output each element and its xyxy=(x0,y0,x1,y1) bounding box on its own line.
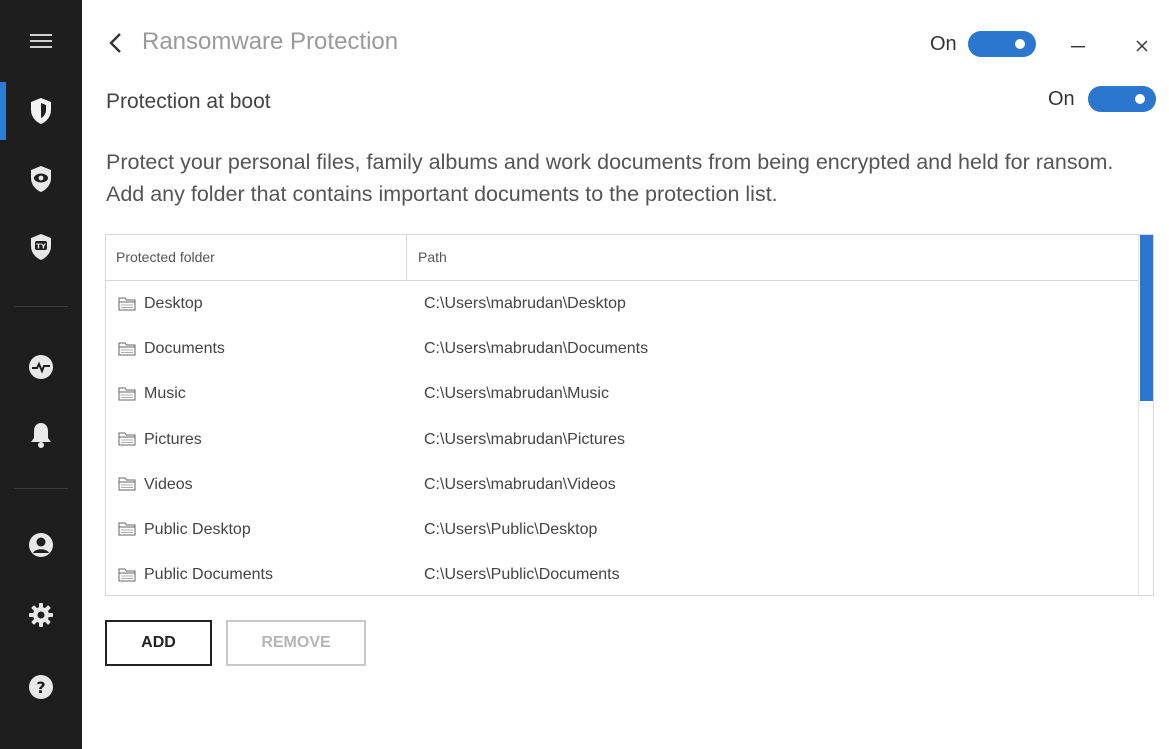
svg-text:?: ? xyxy=(36,678,45,697)
boot-toggle-label: On xyxy=(1048,88,1075,110)
column-divider[interactable] xyxy=(406,235,407,280)
folder-path: C:\Users\Public\Documents xyxy=(424,566,620,584)
folder-path: C:\Users\mabrudan\Videos xyxy=(424,475,616,493)
table-row[interactable]: Desktop C:\Users\mabrudan\Desktop xyxy=(106,281,1140,326)
folder-icon xyxy=(118,432,136,446)
folder-path: C:\Users\mabrudan\Desktop xyxy=(424,295,626,312)
protected-folders-table: Protected folder Path Desktop C:\Users\m… xyxy=(105,234,1154,596)
sidebar-item-protection[interactable] xyxy=(0,82,82,140)
remove-button[interactable]: REMOVE xyxy=(226,620,366,666)
folder-cell: Music xyxy=(118,371,186,416)
folder-name: Documents xyxy=(144,340,225,358)
table-body: Desktop C:\Users\mabrudan\Desktop Docume… xyxy=(106,281,1140,595)
help-icon: ? xyxy=(29,675,53,699)
table-header: Protected folder Path xyxy=(106,235,1140,281)
menu-button[interactable] xyxy=(0,12,82,70)
folder-cell: Public Documents xyxy=(118,552,273,595)
gear-icon xyxy=(29,603,53,627)
sidebar-divider xyxy=(14,488,68,489)
chevron-left-icon xyxy=(109,33,121,53)
add-button[interactable]: ADD xyxy=(105,620,212,666)
folder-cell: Public Desktop xyxy=(118,507,251,552)
table-row[interactable]: Music C:\Users\mabrudan\Music xyxy=(106,371,1140,416)
table-row[interactable]: Videos C:\Users\mabrudan\Videos xyxy=(106,462,1140,507)
scrollbar-thumb[interactable] xyxy=(1140,235,1153,401)
sidebar-item-utilities[interactable]: TY xyxy=(0,218,82,276)
bell-icon xyxy=(31,423,51,448)
activity-icon xyxy=(29,355,53,379)
folder-name: Pictures xyxy=(144,430,202,448)
sidebar-item-help[interactable]: ? xyxy=(0,658,82,716)
column-header-folder[interactable]: Protected folder xyxy=(116,235,215,280)
sidebar-item-privacy[interactable] xyxy=(0,150,82,208)
folder-icon xyxy=(118,477,136,491)
folder-cell: Videos xyxy=(118,462,193,507)
table-scrollbar[interactable] xyxy=(1138,235,1153,595)
close-button[interactable] xyxy=(1127,31,1157,61)
close-icon xyxy=(1136,40,1148,52)
folder-path: C:\Users\mabrudan\Music xyxy=(424,385,609,403)
table-row[interactable]: Documents C:\Users\mabrudan\Documents xyxy=(106,326,1140,371)
back-button[interactable] xyxy=(104,28,128,58)
folder-path: C:\Users\mabrudan\Pictures xyxy=(424,430,625,448)
sidebar-item-settings[interactable] xyxy=(0,586,82,644)
folder-name: Videos xyxy=(144,475,193,493)
description-text: Protect your personal files, family albu… xyxy=(106,150,1114,206)
page-title: Ransomware Protection xyxy=(142,28,399,55)
folder-cell: Pictures xyxy=(118,417,202,462)
sidebar: TY ? xyxy=(0,0,82,749)
folder-path: C:\Users\Public\Desktop xyxy=(424,520,598,538)
sidebar-divider xyxy=(14,306,68,307)
main-protection-toggle[interactable] xyxy=(968,31,1036,57)
folder-name: Public Desktop xyxy=(144,520,251,538)
sidebar-item-activity[interactable] xyxy=(0,338,82,396)
folder-icon xyxy=(118,297,136,310)
table-row[interactable]: Pictures C:\Users\mabrudan\Pictures xyxy=(106,417,1140,462)
column-header-path[interactable]: Path xyxy=(418,235,447,280)
folder-icon xyxy=(118,568,136,582)
main-toggle-label: On xyxy=(930,33,957,55)
table-row[interactable]: Public Documents C:\Users\Public\Documen… xyxy=(106,552,1140,595)
boot-protection-toggle[interactable] xyxy=(1088,86,1156,112)
table-row[interactable]: Public Desktop C:\Users\Public\Desktop xyxy=(106,507,1140,552)
folder-name: Desktop xyxy=(144,295,203,312)
folder-name: Music xyxy=(144,385,186,403)
shield-icon xyxy=(31,98,51,124)
minimize-button[interactable] xyxy=(1063,29,1093,59)
folder-name: Public Documents xyxy=(144,566,273,584)
folder-path: C:\Users\mabrudan\Documents xyxy=(424,340,649,358)
eye-shield-icon xyxy=(31,166,51,192)
folder-icon xyxy=(118,387,136,401)
folder-cell: Documents xyxy=(118,326,225,371)
sidebar-item-notifications[interactable] xyxy=(0,406,82,464)
minimize-icon xyxy=(1071,46,1085,48)
ty-shield-icon: TY xyxy=(31,234,51,260)
folder-cell: Desktop xyxy=(118,281,203,326)
folder-icon xyxy=(118,342,136,356)
account-icon xyxy=(29,533,53,557)
menu-icon xyxy=(30,34,52,48)
boot-protection-label: Protection at boot xyxy=(106,90,271,113)
sidebar-item-account[interactable] xyxy=(0,516,82,574)
folder-icon xyxy=(118,522,136,536)
svg-text:TY: TY xyxy=(36,243,47,251)
